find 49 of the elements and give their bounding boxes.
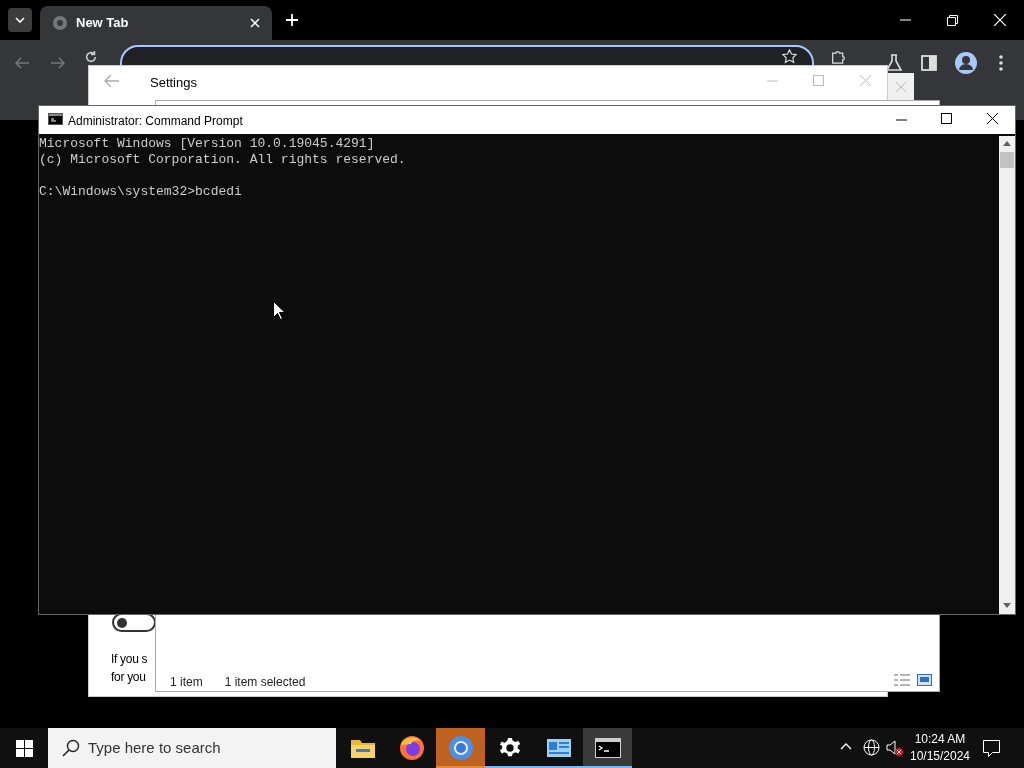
star-icon[interactable] (782, 49, 797, 64)
scrollbar-thumb[interactable] (1000, 152, 1014, 168)
clock-date[interactable]: 10/15/2024 (909, 748, 971, 765)
search-field[interactable]: Type here to search (48, 728, 336, 768)
taskbar-app[interactable] (583, 728, 632, 768)
console-line: (c) Microsoft Corporation. All rights reserved. (39, 152, 406, 168)
tab-list-button[interactable] (8, 8, 32, 32)
globe-icon (52, 15, 68, 31)
new-tab-icon[interactable] (286, 14, 298, 26)
tab-title: New Tab (76, 14, 130, 33)
scroll-up-icon[interactable] (1003, 141, 1011, 146)
muted-speaker-icon[interactable] (886, 740, 904, 757)
puzzle-icon[interactable] (831, 49, 846, 64)
caret-up-icon[interactable] (840, 743, 852, 750)
firefox-icon (398, 735, 425, 761)
side-panel-icon[interactable] (921, 55, 937, 71)
terminal-icon (48, 113, 63, 125)
maximize-icon[interactable] (941, 113, 952, 124)
terminal-icon (594, 738, 621, 758)
scrollbar[interactable] (999, 136, 1015, 614)
browser-icon (447, 735, 474, 761)
profile-icon[interactable] (955, 52, 977, 74)
flask-icon[interactable] (885, 54, 903, 72)
start-icon[interactable] (16, 740, 33, 757)
description-text: If you s (111, 651, 148, 668)
browser-tab[interactable]: New Tab (40, 6, 272, 40)
cursor-icon (273, 301, 285, 320)
window-title: Administrator: Command Prompt (68, 113, 243, 130)
back-icon[interactable] (14, 55, 30, 71)
status-text: 1 item selected (224, 674, 306, 691)
menu-icon[interactable] (999, 55, 1003, 71)
search-icon (62, 739, 80, 757)
restore-icon[interactable] (947, 14, 958, 26)
caret-icon (15, 17, 25, 23)
console-line: C:\Windows\system32>bcdedi (39, 184, 243, 200)
large-icons-view-icon[interactable] (917, 674, 932, 686)
description-text: for you (111, 669, 147, 686)
close-icon[interactable] (987, 113, 998, 124)
clock-time[interactable]: 10:24 AM (914, 731, 966, 748)
control-panel-icon (545, 737, 572, 759)
settings-icon (498, 737, 521, 759)
window-title: Settings (150, 74, 197, 92)
console-line: Microsoft Windows [Version 10.0.19045.4291] (39, 136, 376, 152)
scroll-down-icon[interactable] (1003, 603, 1011, 608)
forward-icon[interactable] (50, 55, 66, 71)
reload-icon[interactable] (84, 50, 98, 64)
status-text: 1 item (170, 674, 203, 691)
globe-icon[interactable] (863, 739, 880, 756)
notification-icon[interactable] (983, 740, 1000, 757)
